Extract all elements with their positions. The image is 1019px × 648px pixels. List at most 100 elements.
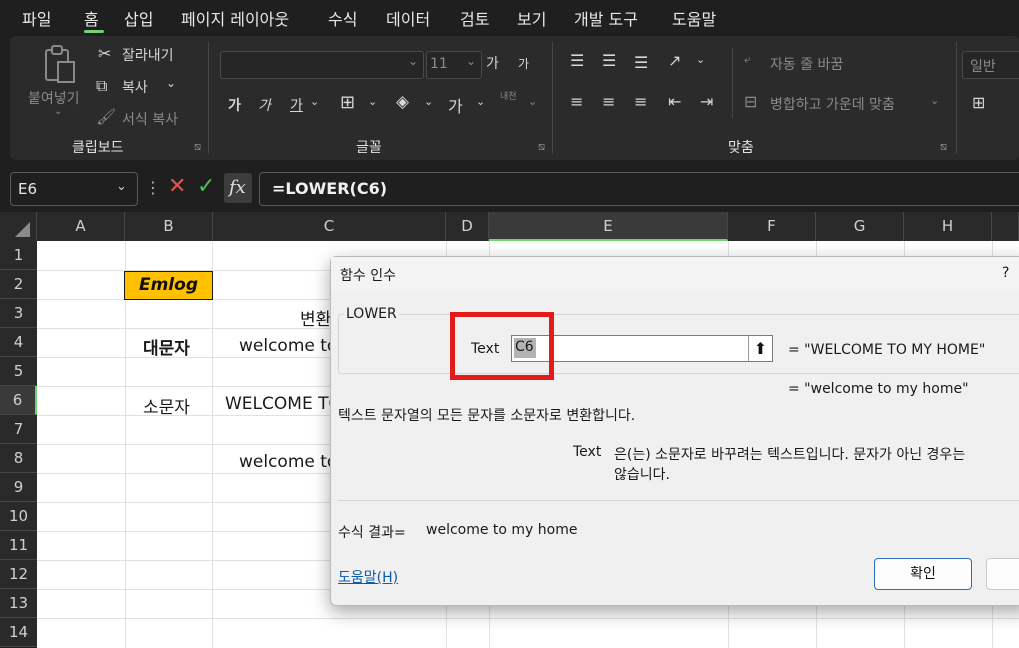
border-icon[interactable]: ⊞ [340,92,355,113]
align-left-icon[interactable]: ≡ [570,92,583,111]
select-all-button[interactable] [0,212,37,241]
font-name-dropdown-icon[interactable]: ⌄ [408,54,418,68]
orientation-dropdown-icon[interactable]: ⌄ [696,53,705,66]
align-bottom-icon[interactable]: ☰ [634,53,648,72]
format-painter-button[interactable]: 서식 복사 [122,109,178,129]
shrink-font-button[interactable]: 가 [518,55,529,72]
wrap-text-button[interactable]: 자동 줄 바꿈 [770,54,843,74]
border-dropdown-icon[interactable]: ⌄ [368,95,377,108]
name-box-dropdown-icon[interactable]: ⌄ [116,179,127,194]
font-name-combo[interactable] [220,51,424,79]
row-header-10[interactable]: 10 [0,502,37,531]
orientation-icon[interactable]: ↗ [668,51,681,70]
row-header-13[interactable]: 13 [0,589,37,618]
align-top-icon[interactable]: ☰ [570,51,584,70]
cell-c6[interactable]: WELCOME TO [225,394,342,414]
merge-dropdown-icon[interactable]: ⌄ [930,94,939,107]
scissors-icon[interactable]: ✂ [98,44,111,63]
row-header-5[interactable]: 5 [0,357,37,386]
currency-icon[interactable]: ⊞ [972,93,985,112]
column-header-b[interactable]: B [125,212,213,241]
result-label: 수식 결과= [338,525,406,541]
cut-button[interactable]: 잘라내기 [122,45,174,65]
underline-dropdown-icon[interactable]: ⌄ [310,95,319,108]
alignment-launcher-icon[interactable]: ⧅ [940,140,947,154]
cell-c3[interactable]: 변환 [300,305,331,330]
row-header-6[interactable]: 6 [0,386,37,415]
copy-dropdown-icon[interactable]: ⌄ [166,76,176,90]
row-header-3[interactable]: 3 [0,299,37,328]
help-link[interactable]: 도움말(H) [338,567,398,587]
copy-icon[interactable]: ⧉ [96,76,107,96]
paste-label[interactable]: 붙여넣기 [28,88,80,108]
font-color-dropdown-icon[interactable]: ⌄ [476,95,485,108]
phonetic-button[interactable]: 내천 [500,92,520,102]
column-header-partial[interactable] [992,212,1019,241]
font-size-dropdown-icon[interactable]: ⌄ [466,54,476,68]
cell-b4[interactable]: 대문자 [143,334,190,359]
menu-page-layout[interactable]: 페이지 레이아웃 [181,6,289,30]
paste-icon[interactable] [42,44,78,86]
cell-b2-title[interactable]: Emlog [124,271,213,300]
fill-dropdown-icon[interactable]: ⌄ [424,95,433,108]
row-header-4[interactable]: 4 [0,328,37,357]
cell-c4[interactable]: welcome to [239,336,337,356]
align-middle-icon[interactable]: ☰ [602,51,616,70]
font-launcher-icon[interactable]: ⧅ [538,140,545,154]
ok-button[interactable]: 확인 [874,558,972,590]
row-header-12[interactable]: 12 [0,560,37,589]
phonetic-dropdown-icon[interactable]: ⌄ [528,95,537,108]
menu-view[interactable]: 보기 [517,6,546,30]
row-header-11[interactable]: 11 [0,531,37,560]
column-header-g[interactable]: G [816,212,904,241]
fill-color-icon[interactable]: ◈ [396,92,409,112]
column-header-d[interactable]: D [446,212,489,241]
more-options-icon[interactable]: ⋮ [145,178,161,197]
wrap-text-icon[interactable]: ⤶ [744,52,751,67]
cell-c8[interactable]: welcome to [239,452,337,472]
column-header-h[interactable]: H [904,212,992,241]
copy-button[interactable]: 복사 [122,77,148,97]
merge-center-button[interactable]: 병합하고 가운데 맞춤 [770,94,895,114]
italic-button[interactable]: 가 [258,95,271,115]
dialog-help-button[interactable]: ? [1002,265,1009,281]
row-header-2[interactable]: 2 [0,270,37,299]
cancel-button[interactable] [986,558,1019,590]
column-header-f[interactable]: F [728,212,816,241]
merge-center-icon[interactable]: ⊟ [744,92,757,111]
menu-help[interactable]: 도움말 [672,6,716,30]
brush-icon[interactable]: 🖌 [96,107,116,126]
font-color-button[interactable]: 가 [448,93,463,117]
grow-font-button[interactable]: 가 [486,53,499,73]
cancel-icon[interactable]: ✕ [168,174,186,199]
alignment-group-label: 맞춤 [728,140,754,156]
row-header-7[interactable]: 7 [0,415,37,444]
column-header-a[interactable]: A [37,212,125,241]
menu-review[interactable]: 검토 [460,6,489,30]
decrease-indent-icon[interactable]: ⇤ [668,92,681,111]
collapse-dialog-icon[interactable]: ⬆ [748,336,772,361]
bold-button[interactable]: 가 [228,95,241,115]
paste-dropdown-icon[interactable]: ⌄ [54,106,62,117]
insert-function-button[interactable]: fx [224,173,252,203]
clipboard-launcher-icon[interactable]: ⧅ [194,140,201,154]
row-header-14[interactable]: 14 [0,618,37,647]
align-center-icon[interactable]: ≡ [602,92,615,111]
row-header-8[interactable]: 8 [0,444,37,473]
cell-b6[interactable]: 소문자 [143,393,190,418]
column-header-c[interactable]: C [213,212,446,241]
increase-indent-icon[interactable]: ⇥ [700,92,713,111]
menu-insert[interactable]: 삽입 [124,6,153,30]
dialog-title-bar[interactable] [331,257,1019,291]
row-header-1[interactable]: 1 [0,241,37,270]
row-header-9[interactable]: 9 [0,473,37,502]
underline-button[interactable]: 가 [290,95,303,115]
menu-formulas[interactable]: 수식 [328,6,357,30]
menu-home[interactable]: 홈 [84,6,99,30]
menu-developer[interactable]: 개발 도구 [574,6,638,30]
menu-data[interactable]: 데이터 [386,6,430,30]
menu-file[interactable]: 파일 [22,6,51,30]
enter-icon[interactable]: ✓ [197,174,215,199]
align-right-icon[interactable]: ≡ [634,92,647,111]
column-header-e[interactable]: E [489,212,728,241]
